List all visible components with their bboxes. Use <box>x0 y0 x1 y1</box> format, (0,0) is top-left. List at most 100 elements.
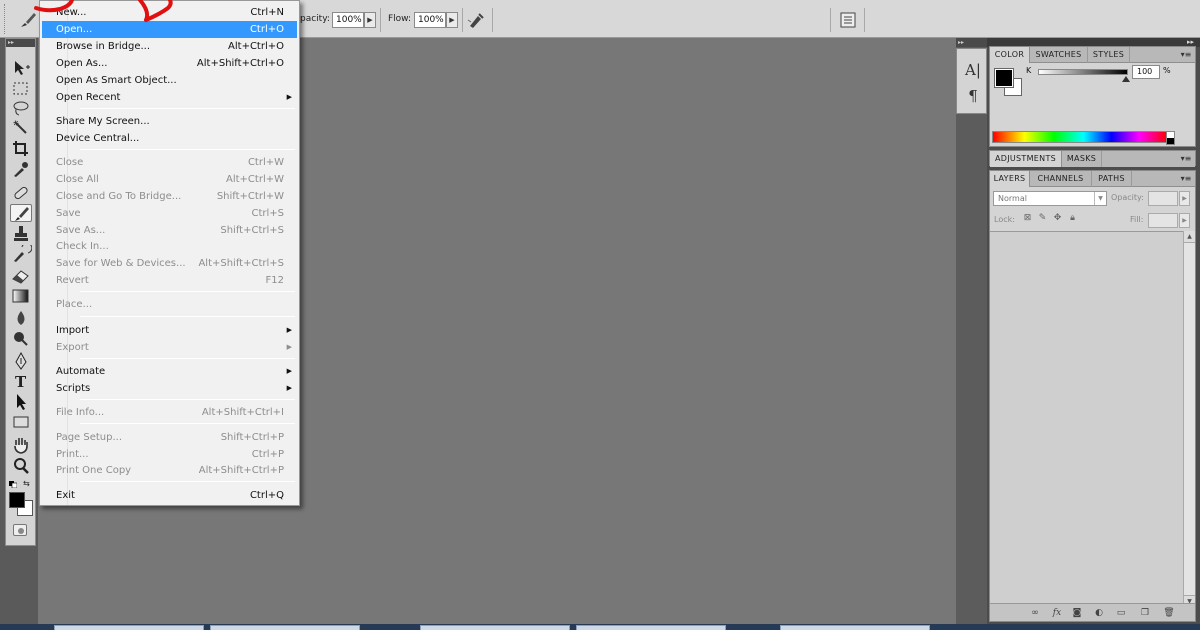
lasso-tool-icon[interactable] <box>10 99 32 117</box>
menu-item-page-setup[interactable]: Page Setup... Shift+Ctrl+P <box>42 429 297 446</box>
add-mask-icon[interactable]: ◙ <box>1070 607 1084 619</box>
color-spectrum-ramp[interactable] <box>992 131 1175 145</box>
foreground-color-swatch[interactable] <box>994 68 1014 88</box>
k-channel-input[interactable]: 100 <box>1132 65 1160 79</box>
brush-panel-icon[interactable] <box>838 10 858 30</box>
menu-item-automate[interactable]: Automate ▶ <box>42 363 297 380</box>
menu-item-share-my-screen[interactable]: Share My Screen... <box>42 113 297 130</box>
type-tool-icon[interactable]: T <box>10 372 32 391</box>
menu-item-open-as[interactable]: Open As... Alt+Shift+Ctrl+O <box>42 55 297 72</box>
taskbar-button[interactable] <box>420 625 570 630</box>
character-panel-icon[interactable]: A| <box>964 61 982 79</box>
layers-scrollbar[interactable]: ▲ ▼ <box>1183 231 1195 607</box>
opacity-dropdown-arrow[interactable]: ▶ <box>364 12 376 28</box>
tab-paths[interactable]: PATHS <box>1092 171 1132 187</box>
menu-item-open-recent[interactable]: Open Recent ▶ <box>42 89 297 106</box>
tab-styles[interactable]: STYLES <box>1088 47 1130 63</box>
brush-tool-icon[interactable] <box>18 10 38 30</box>
blend-mode-select[interactable]: Normal ▼ <box>993 191 1107 206</box>
gradient-tool-icon[interactable] <box>10 287 32 305</box>
swap-colors-icon[interactable]: ⇆ <box>23 479 33 488</box>
menu-item-place[interactable]: Place... <box>42 296 297 313</box>
menu-item-save-as[interactable]: Save As... Shift+Ctrl+S <box>42 222 297 239</box>
slider-thumb-icon[interactable] <box>1122 76 1130 82</box>
menu-item-close-and-go-to-bridge[interactable]: Close and Go To Bridge... Shift+Ctrl+W <box>42 188 297 205</box>
clone-stamp-tool-icon[interactable] <box>10 225 32 243</box>
eraser-tool-icon[interactable] <box>10 267 32 285</box>
menu-item-file-info[interactable]: File Info... Alt+Shift+Ctrl+I <box>42 404 297 421</box>
brush-tool-icon[interactable] <box>10 204 32 222</box>
layer-style-icon[interactable]: fx <box>1050 607 1064 619</box>
menu-item-open[interactable]: Open... Ctrl+O <box>42 21 297 38</box>
paragraph-panel-icon[interactable]: ¶ <box>964 87 982 105</box>
new-group-icon[interactable]: ▭ <box>1114 607 1128 619</box>
default-colors-icon[interactable] <box>9 480 18 489</box>
tab-color[interactable]: COLOR <box>990 47 1030 63</box>
menu-item-browse-in-bridge[interactable]: Browse in Bridge... Alt+Ctrl+O <box>42 38 297 55</box>
link-layers-icon[interactable]: ∞ <box>1028 607 1042 619</box>
scroll-up-icon[interactable]: ▲ <box>1184 231 1195 243</box>
menu-item-save-for-web[interactable]: Save for Web & Devices... Alt+Shift+Ctrl+… <box>42 255 297 272</box>
menu-item-export[interactable]: Export ▶ <box>42 339 297 356</box>
dodge-tool-icon[interactable] <box>10 329 32 347</box>
history-brush-tool-icon[interactable] <box>10 242 33 263</box>
taskbar-button[interactable] <box>54 625 204 630</box>
new-layer-icon[interactable]: ❐ <box>1138 607 1152 619</box>
menu-item-close-all[interactable]: Close All Alt+Ctrl+W <box>42 171 297 188</box>
shape-tool-icon[interactable] <box>10 413 32 431</box>
panel-menu-icon[interactable]: ▾≡ <box>1180 154 1192 164</box>
taskbar-button[interactable] <box>210 625 360 630</box>
path-selection-tool-icon[interactable] <box>10 393 32 411</box>
taskbar-button[interactable] <box>576 625 726 630</box>
menu-item-new[interactable]: New... Ctrl+N <box>42 4 297 21</box>
layer-fill-arrow[interactable]: ▶ <box>1179 213 1190 228</box>
delete-layer-icon[interactable]: 🗑︎ <box>1162 607 1176 619</box>
menu-item-print[interactable]: Print... Ctrl+P <box>42 446 297 463</box>
lock-image-icon[interactable]: ✎ <box>1037 213 1048 224</box>
healing-brush-tool-icon[interactable] <box>10 184 32 202</box>
quick-selection-tool-icon[interactable] <box>10 119 32 137</box>
airbrush-icon[interactable] <box>466 10 486 30</box>
options-bar-grip[interactable] <box>4 4 8 34</box>
lock-position-icon[interactable]: ✥ <box>1052 213 1063 224</box>
eyedropper-tool-icon[interactable] <box>10 160 32 178</box>
layer-fill-input[interactable] <box>1148 213 1178 228</box>
layers-list[interactable] <box>990 231 1183 607</box>
move-tool-icon[interactable] <box>10 59 32 77</box>
tab-layers[interactable]: LAYERS <box>990 171 1030 187</box>
tools-panel-header[interactable]: ▸▸ <box>6 39 35 47</box>
menu-item-check-in[interactable]: Check In... <box>42 238 297 255</box>
layer-opacity-input[interactable] <box>1148 191 1178 206</box>
tab-swatches[interactable]: SWATCHES <box>1030 47 1088 63</box>
layer-opacity-arrow[interactable]: ▶ <box>1179 191 1190 206</box>
tab-channels[interactable]: CHANNELS <box>1030 171 1092 187</box>
menu-item-exit[interactable]: Exit Ctrl+Q <box>42 487 297 504</box>
menu-item-import[interactable]: Import ▶ <box>42 322 297 339</box>
marquee-tool-icon[interactable] <box>10 80 32 98</box>
lock-all-icon[interactable]: 🔒︎ <box>1067 213 1078 224</box>
tab-adjustments[interactable]: ADJUSTMENTS <box>990 151 1062 167</box>
blur-tool-icon[interactable] <box>10 309 32 327</box>
panel-menu-icon[interactable]: ▾≡ <box>1180 50 1192 60</box>
foreground-color-swatch[interactable] <box>9 492 25 508</box>
lock-transparent-icon[interactable]: ⊠ <box>1022 213 1033 224</box>
menu-item-close[interactable]: Close Ctrl+W <box>42 154 297 171</box>
menu-item-device-central[interactable]: Device Central... <box>42 130 297 147</box>
menu-item-revert[interactable]: Revert F12 <box>42 272 297 289</box>
quick-mask-icon[interactable] <box>13 524 27 536</box>
adjustment-layer-icon[interactable]: ◐ <box>1092 607 1106 619</box>
flow-input[interactable]: 100% <box>414 12 446 28</box>
crop-tool-icon[interactable] <box>10 140 32 158</box>
pen-tool-icon[interactable] <box>10 351 32 370</box>
zoom-tool-icon[interactable] <box>10 457 32 475</box>
flow-dropdown-arrow[interactable]: ▶ <box>446 12 458 28</box>
taskbar-button[interactable] <box>780 625 930 630</box>
menu-item-open-as-smart-object[interactable]: Open As Smart Object... <box>42 72 297 89</box>
panel-menu-icon[interactable]: ▾≡ <box>1180 174 1192 184</box>
hand-tool-icon[interactable] <box>10 436 32 454</box>
dock-header[interactable]: ▸▸ <box>956 38 987 47</box>
k-channel-slider[interactable] <box>1038 69 1128 75</box>
opacity-input[interactable]: 100% <box>332 12 364 28</box>
menu-item-scripts[interactable]: Scripts ▶ <box>42 380 297 397</box>
menu-item-save[interactable]: Save Ctrl+S <box>42 205 297 222</box>
